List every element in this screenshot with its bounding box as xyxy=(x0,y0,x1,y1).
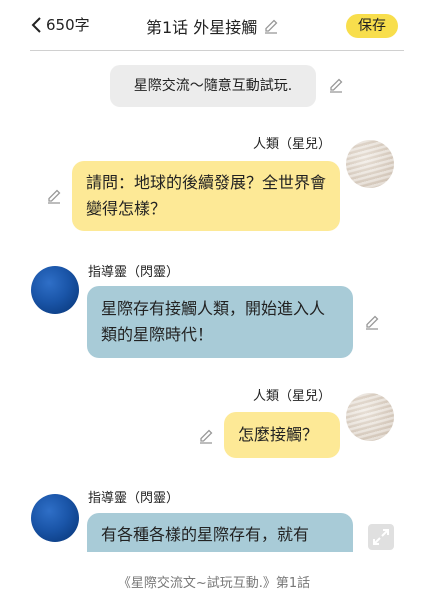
speaker-name: 人類（星兒） xyxy=(253,137,332,152)
pencil-icon[interactable] xyxy=(364,314,380,330)
chapter-title[interactable]: 第1话 外星接觸 xyxy=(146,14,279,38)
avatar[interactable] xyxy=(31,494,79,542)
header-divider xyxy=(30,50,404,51)
speaker-name: 指導靈（閃靈） xyxy=(88,491,180,506)
chevron-left-icon xyxy=(30,16,42,34)
pencil-icon[interactable] xyxy=(328,77,344,93)
expand-icon xyxy=(368,524,394,550)
message-bubble[interactable]: 星際存有接觸人類，開始進入人類的星際時代！ xyxy=(87,286,353,358)
avatar[interactable] xyxy=(346,393,394,441)
pencil-icon[interactable] xyxy=(198,428,214,444)
char-count: 650字 xyxy=(46,16,90,34)
message-bubble[interactable]: 有各種各樣的星際存有，就有 xyxy=(87,513,353,552)
speaker-name: 指導靈（閃靈） xyxy=(88,265,180,280)
pencil-icon[interactable] xyxy=(263,18,279,34)
message-bubble[interactable]: 怎麼接觸？ xyxy=(224,412,340,458)
save-button[interactable]: 保存 xyxy=(346,14,398,38)
avatar[interactable] xyxy=(346,140,394,188)
pencil-icon[interactable] xyxy=(46,188,62,204)
avatar[interactable] xyxy=(31,266,79,314)
message-bubble[interactable]: 請問：地球的後續發展？全世界會變得怎樣？ xyxy=(72,161,340,231)
footer-caption: 《星際交流文~試玩互動.》第1話 xyxy=(117,576,311,591)
chapter-title-text: 第1话 外星接觸 xyxy=(146,18,258,37)
back-button[interactable]: 650字 xyxy=(30,14,90,35)
top-bar: 650字 第1话 外星接觸 保存 xyxy=(0,0,428,50)
expand-button[interactable] xyxy=(368,524,394,550)
speaker-name: 人類（星兒） xyxy=(253,389,332,404)
scene-card[interactable]: 星際交流～隨意互動試玩. xyxy=(110,65,316,107)
